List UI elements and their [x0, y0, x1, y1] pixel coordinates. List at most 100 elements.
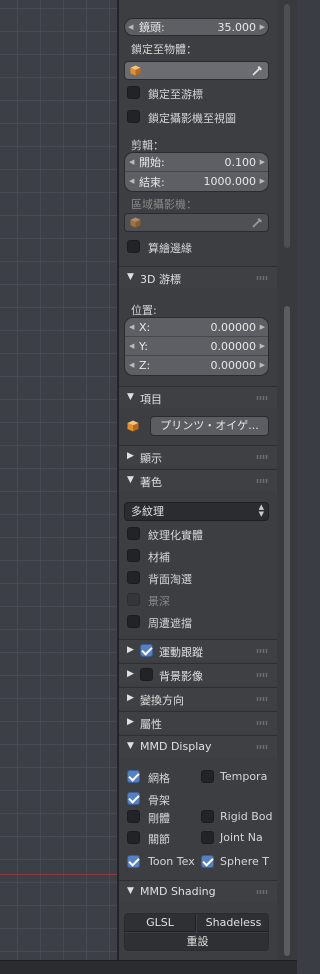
lock-camera-to-view-label: 鎖定攝影機至視圖 — [148, 112, 236, 125]
shading-mode-dropdown[interactable]: 多紋理 ▲ ▼ — [124, 502, 269, 521]
cursor-z-value: 0.00000 — [210, 359, 257, 372]
textured-solid-checkbox[interactable] — [127, 527, 140, 540]
section-properties[interactable]: ▶ 屬性 — [119, 711, 277, 733]
cursor-x-field[interactable]: ◀ X: 0.00000 ▶ — [125, 318, 268, 337]
cube-icon — [130, 217, 141, 228]
cube-icon — [130, 65, 141, 76]
drag-grip-icon[interactable] — [256, 396, 268, 400]
section-shading[interactable]: ▼ 著色 — [119, 469, 277, 491]
cursor-z-field[interactable]: ◀ Z: 0.00000 ▶ — [125, 356, 268, 375]
decrement-arrow-icon[interactable]: ◀ — [129, 158, 134, 166]
clip-start-field[interactable]: ◀ 開始: 0.100 ▶ — [125, 153, 268, 172]
section-transform-orientations[interactable]: ▶ 變換方向 — [119, 687, 277, 709]
increment-arrow-icon[interactable]: ▶ — [260, 361, 265, 369]
clip-end-field[interactable]: ◀ 結束: 1000.000 ▶ — [125, 172, 268, 191]
clip-end-value: 1000.000 — [203, 175, 257, 188]
section-title: 3D 游標 — [140, 273, 181, 286]
cursor-z-label: Z: — [139, 359, 151, 372]
drag-grip-icon[interactable] — [256, 479, 268, 483]
section-mmd-shading[interactable]: ▼ MMD Shading — [119, 880, 277, 902]
section-motion-tracking[interactable]: ▶ 運動跟蹤 — [119, 639, 277, 661]
reset-button[interactable]: 重設 — [125, 933, 268, 950]
decrement-arrow-icon[interactable]: ◀ — [129, 342, 134, 350]
increment-arrow-icon[interactable]: ▶ — [260, 342, 265, 350]
drag-grip-icon[interactable] — [256, 745, 268, 749]
panel-scrollbar-thumb[interactable] — [284, 306, 290, 956]
clip-fields: ◀ 開始: 0.100 ▶ ◀ 結束: 1000.000 ▶ — [124, 152, 269, 192]
decrement-arrow-icon[interactable]: ◀ — [129, 177, 134, 185]
3d-viewport[interactable] — [0, 0, 117, 960]
lock-camera-to-view-checkbox[interactable] — [127, 110, 140, 123]
section-display[interactable]: ▶ 顯示 — [119, 445, 277, 467]
increment-arrow-icon[interactable]: ▶ — [260, 158, 265, 166]
local-camera-picker — [124, 213, 269, 232]
lock-to-cursor-checkbox[interactable] — [127, 86, 140, 99]
increment-arrow-icon[interactable]: ▶ — [260, 177, 265, 185]
drag-grip-icon[interactable] — [256, 455, 268, 459]
increment-arrow-icon[interactable]: ▶ — [260, 23, 265, 31]
drag-grip-icon[interactable] — [256, 649, 268, 653]
section-mmd-display[interactable]: ▼ MMD Display — [119, 735, 277, 757]
section-item[interactable]: ▼ 項目 — [119, 386, 277, 408]
local-camera-label: 區域攝影機： — [131, 198, 197, 211]
lock-object-picker[interactable] — [124, 61, 269, 80]
decrement-arrow-icon[interactable]: ◀ — [129, 323, 134, 331]
clip-end-label: 結束: — [139, 175, 165, 189]
mmd-temporary-checkbox[interactable] — [201, 770, 214, 783]
mmd-toon-texture-label: Toon Tex — [148, 855, 195, 868]
drag-grip-icon[interactable] — [256, 697, 268, 701]
mmd-rigid-body-checkbox[interactable] — [201, 810, 214, 823]
section-title: 顯示 — [140, 452, 162, 465]
glsl-button[interactable]: GLSL — [125, 914, 196, 932]
drag-grip-icon[interactable] — [256, 673, 268, 677]
lock-to-object-label: 鎖定至物體： — [131, 43, 197, 56]
section-title: 項目 — [140, 393, 162, 406]
bottom-header-bar — [0, 960, 297, 974]
mmd-mesh-checkbox[interactable] — [127, 770, 140, 783]
mmd-sphere-texture-checkbox[interactable] — [201, 855, 214, 868]
mmd-shading-buttons: GLSL Shadeless 重設 — [124, 913, 269, 951]
section-title: 背景影像 — [159, 670, 203, 683]
decrement-arrow-icon[interactable]: ◀ — [129, 361, 134, 369]
lens-label: 鏡頭: — [139, 21, 165, 34]
shadeless-button[interactable]: Shadeless — [197, 914, 268, 932]
motion-tracking-checkbox[interactable] — [140, 644, 153, 657]
cube-icon — [127, 420, 139, 432]
up-down-arrows-icon: ▲ ▼ — [258, 503, 264, 518]
render-border-label: 算繪邊緣 — [148, 242, 192, 255]
background-images-checkbox[interactable] — [140, 668, 153, 681]
mmd-mesh-label: 網格 — [148, 772, 170, 785]
mmd-temporary-label: Tempora — [220, 770, 268, 783]
render-border-checkbox[interactable] — [127, 240, 140, 253]
collapsed-triangle-icon: ▶ — [127, 645, 134, 655]
cursor-location-fields: ◀ X: 0.00000 ▶ ◀ Y: 0.00000 ▶ ◀ Z: 0.000… — [124, 317, 269, 376]
expanded-triangle-icon: ▼ — [127, 741, 134, 751]
section-3d-cursor[interactable]: ▼ 3D 游標 — [119, 266, 277, 288]
expanded-triangle-icon: ▼ — [127, 272, 134, 282]
backface-culling-checkbox[interactable] — [127, 571, 140, 584]
lock-to-cursor-label: 鎖定至游標 — [148, 88, 203, 101]
mmd-toon-texture-checkbox[interactable] — [127, 855, 140, 868]
mmd-rigid-body-cn-checkbox[interactable] — [127, 810, 140, 823]
section-title: 屬性 — [140, 718, 162, 731]
lens-field[interactable]: ◀ 鏡頭: 35.000 ▶ — [124, 18, 269, 36]
section-background-images[interactable]: ▶ 背景影像 — [119, 663, 277, 685]
decrement-arrow-icon[interactable]: ◀ — [128, 23, 133, 31]
mmd-armature-checkbox[interactable] — [127, 792, 140, 805]
object-name-field[interactable]: プリンツ・オイゲ... — [150, 416, 269, 436]
matcap-checkbox[interactable] — [127, 549, 140, 562]
cursor-location-label: 位置: — [131, 304, 157, 317]
cursor-y-field[interactable]: ◀ Y: 0.00000 ▶ — [125, 337, 268, 356]
mmd-joint-name-checkbox[interactable] — [201, 831, 214, 844]
drag-grip-icon[interactable] — [256, 276, 268, 280]
ambient-occlusion-checkbox[interactable] — [127, 615, 140, 628]
clip-start-label: 開始: — [139, 156, 165, 169]
textured-solid-label: 紋理化實體 — [148, 529, 203, 542]
increment-arrow-icon[interactable]: ▶ — [260, 323, 265, 331]
eyedropper-icon[interactable] — [251, 64, 264, 77]
drag-grip-icon[interactable] — [256, 890, 268, 894]
drag-grip-icon[interactable] — [256, 721, 268, 725]
mmd-joint-cn-checkbox[interactable] — [127, 831, 140, 844]
collapsed-triangle-icon: ▶ — [127, 451, 134, 461]
mmd-joint-name-label: Joint Na — [220, 831, 263, 844]
